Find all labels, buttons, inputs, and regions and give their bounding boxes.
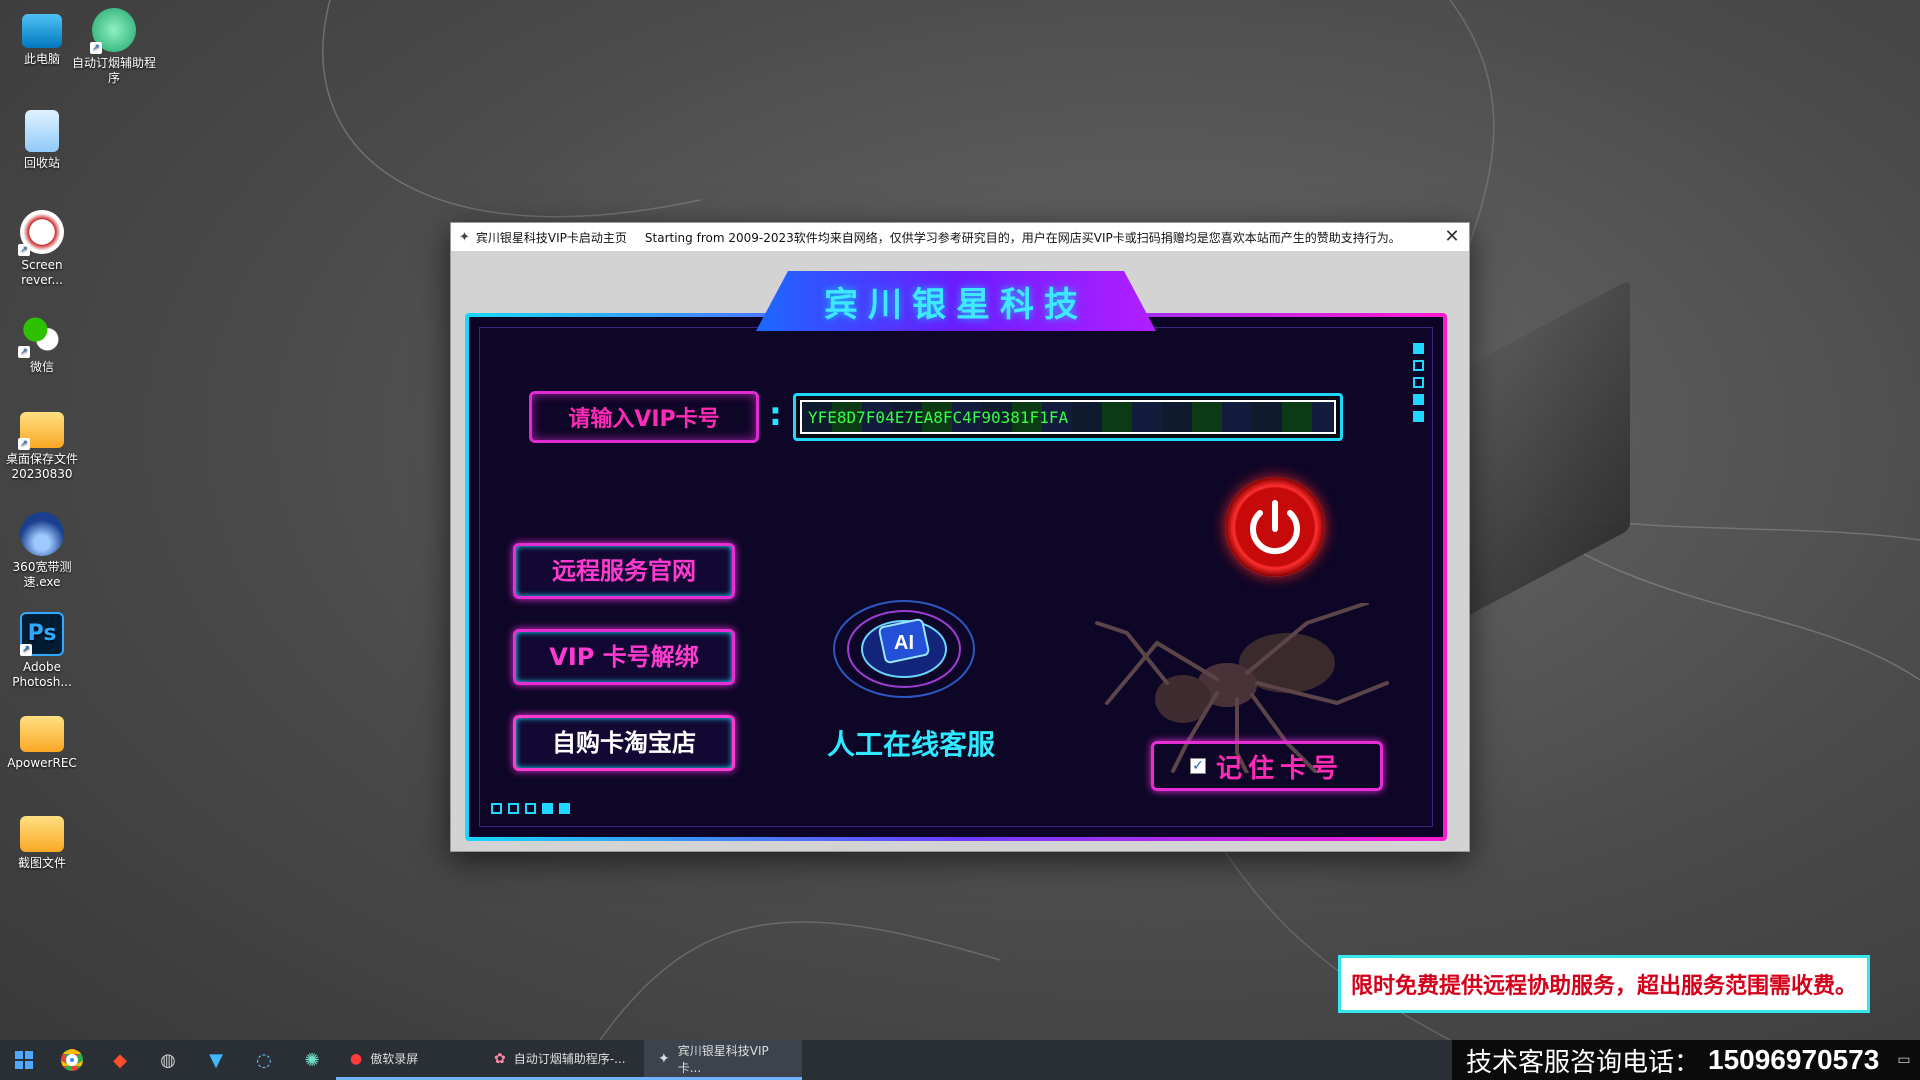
desktop-icon-screen-recorder[interactable]: ↗ Screen rever... xyxy=(0,210,84,288)
folder-icon xyxy=(20,816,64,852)
taskbar: ◆ ◍ ▼ ◌ ✺ ● 傲软录屏 ✿ 自动订烟辅助程序-... ✦ 宾川银星科技… xyxy=(0,1040,1920,1080)
desktop-icon-wechat[interactable]: ↗ 微信 xyxy=(0,312,84,375)
cigarette-helper-icon: ✿ xyxy=(494,1050,506,1067)
hotline-label: 技术客服咨询电话： xyxy=(1466,1047,1701,1078)
start-button[interactable] xyxy=(0,1040,48,1080)
settings-icon[interactable]: ✺ xyxy=(288,1040,336,1080)
photoshop-icon: Ps ↗ xyxy=(20,612,64,656)
desktop-icon-label: 自动订烟辅助程序 xyxy=(72,56,157,85)
taskbar-app-label: 自动订烟辅助程序-... xyxy=(513,1052,626,1066)
online-service-link[interactable]: 人工在线客服 xyxy=(811,723,1011,763)
hotline-banner: 技术客服咨询电话： 15096970573 ▭ xyxy=(1452,1040,1920,1080)
desktop-icon-label: 截图文件 xyxy=(17,856,66,870)
chat-icon[interactable]: ◌ xyxy=(240,1040,288,1080)
ai-chip-label: AI xyxy=(894,632,914,654)
desktop-icon-photoshop[interactable]: Ps ↗ Adobe Photosh... xyxy=(0,612,84,690)
desktop-icon-label: Adobe Photosh... xyxy=(12,660,72,689)
vip-app-icon: ✦ xyxy=(658,1050,670,1067)
taskbar-app-vip-launcher[interactable]: ✦ 宾川银星科技VIP卡... xyxy=(644,1040,802,1080)
vip-card-label: 请输入VIP卡号 xyxy=(529,391,759,443)
cigarette-helper-icon: ↗ xyxy=(90,8,136,54)
vip-card-label-text: 请输入VIP卡号 xyxy=(568,407,720,432)
notification-icon[interactable]: ▭ xyxy=(1888,1052,1920,1068)
banner-title: 宾川银星科技 xyxy=(824,284,1088,325)
vip-launcher-window: ✦ 宾川银星科技VIP卡启动主页 Starting from 2009-2023… xyxy=(450,222,1470,852)
chrome-icon[interactable] xyxy=(48,1040,96,1080)
window-notice: Starting from 2009-2023软件均来自网络，仅供学习参考研究目… xyxy=(644,230,1401,245)
taobao-shop-button[interactable]: 自购卡淘宝店 xyxy=(513,715,735,771)
power-button[interactable] xyxy=(1225,477,1325,577)
vip-input-frame xyxy=(793,393,1343,441)
desktop-icon-360-speedtest[interactable]: 360宽带测速.exe xyxy=(0,512,84,590)
power-icon xyxy=(1250,500,1300,555)
vip-card-input[interactable] xyxy=(800,400,1336,434)
promo-banner: 限时免费提供远程协助服务，超出服务范围需收费。 xyxy=(1338,955,1870,1013)
remember-checkbox[interactable]: ✓ xyxy=(1190,758,1206,774)
browser-icon[interactable]: ◍ xyxy=(144,1040,192,1080)
desktop-icon-label: ApowerREC xyxy=(7,756,77,770)
promo-text: 限时免费提供远程协助服务，超出服务范围需收费。 xyxy=(1350,974,1857,999)
desktop-icon-label: 桌面保存文件20230830 xyxy=(5,452,78,481)
window-title: 宾川银星科技VIP卡启动主页 xyxy=(475,230,627,245)
desktop-icon-label: Screen rever... xyxy=(21,258,63,287)
vip-unbind-button[interactable]: VIP 卡号解绑 xyxy=(513,629,735,685)
desktop-icon-label: 微信 xyxy=(29,360,54,374)
desktop-icon-label: 回收站 xyxy=(23,156,60,170)
speedometer-icon xyxy=(20,512,64,556)
record-icon: ● xyxy=(350,1050,363,1067)
wechat-icon: ↗ xyxy=(18,312,64,358)
desktop-icon-cigarette-helper[interactable]: ↗ 自动订烟辅助程序 xyxy=(72,8,156,86)
desktop-icon-apowerrec[interactable]: ApowerREC xyxy=(0,716,84,771)
vip-colon: : xyxy=(769,395,782,433)
office-icon[interactable]: ◆ xyxy=(96,1040,144,1080)
decor-squares-vertical xyxy=(1413,343,1424,422)
taskbar-app-recorder[interactable]: ● 傲软录屏 xyxy=(336,1040,480,1080)
cow-icon: ↗ xyxy=(18,210,64,256)
remote-service-button[interactable]: 远程服务官网 xyxy=(513,543,735,599)
hotline-number: 15096970573 xyxy=(1708,1044,1880,1075)
decor-squares-horizontal xyxy=(491,803,570,814)
taskbar-app-label: 宾川银星科技VIP卡... xyxy=(677,1043,769,1075)
desktop-icon-save-folder[interactable]: ↗ 桌面保存文件20230830 xyxy=(0,412,84,482)
windows-icon xyxy=(15,1051,33,1069)
close-button[interactable]: ✕ xyxy=(1435,223,1469,251)
taskbar-app-label: 傲软录屏 xyxy=(370,1052,419,1066)
vpn-icon[interactable]: ▼ xyxy=(192,1040,240,1080)
computer-icon xyxy=(22,14,62,48)
folder-icon xyxy=(20,716,64,752)
taskbar-app-cigarette-helper[interactable]: ✿ 自动订烟辅助程序-... xyxy=(480,1040,644,1080)
folder-icon: ↗ xyxy=(18,412,64,450)
ai-chip-icon[interactable]: AI xyxy=(829,587,979,707)
ant-app-icon: ✦ xyxy=(459,229,470,245)
window-titlebar[interactable]: ✦ 宾川银星科技VIP卡启动主页 Starting from 2009-2023… xyxy=(451,223,1469,251)
remember-card-control[interactable]: ✓ 记住卡号 xyxy=(1151,741,1383,791)
desktop-icon-screenshot-folder[interactable]: 截图文件 xyxy=(0,816,84,871)
recycle-bin-icon xyxy=(25,110,59,152)
banner: 宾川银星科技 xyxy=(756,271,1156,331)
remember-card-label: 记住卡号 xyxy=(1216,753,1345,784)
desktop-icon-recycle-bin[interactable]: 回收站 xyxy=(0,110,84,171)
desktop-icon-label: 360宽带测速.exe xyxy=(12,560,72,589)
